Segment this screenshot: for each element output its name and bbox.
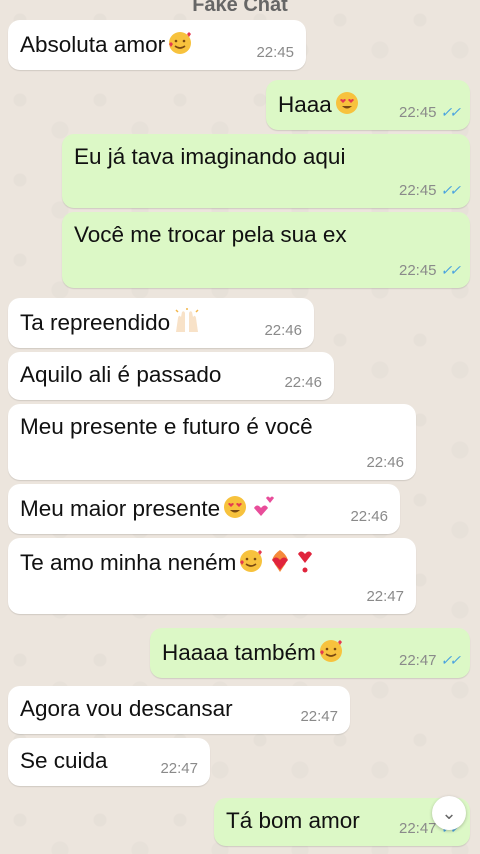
message-time: 22:46	[264, 322, 302, 339]
heart-on-fire-icon	[266, 548, 294, 580]
message-bubble-outgoing[interactable]: Eu já tava imaginando aqui 22:45 ✓✓	[62, 134, 470, 208]
message-bubble-outgoing[interactable]: Você me trocar pela sua ex 22:45 ✓✓	[62, 212, 470, 288]
message-bubble-incoming[interactable]: Aquilo ali é passado 22:46	[8, 352, 334, 400]
message-bubble-incoming[interactable]: Meu maior presente 22:46	[8, 484, 400, 534]
message-text: Ta repreendido	[20, 309, 171, 335]
message-text: Haaaa também	[162, 639, 316, 665]
message-bubble-outgoing[interactable]: Haaaa também 22:47 ✓✓	[150, 628, 470, 678]
message-time: 22:47	[366, 588, 404, 605]
message-bubble-incoming[interactable]: Ta repreendido 22:46	[8, 298, 314, 348]
message-time: 22:45	[256, 44, 294, 61]
message-text: Meu maior presente	[20, 495, 221, 521]
message-text: Aquilo ali é passado	[20, 362, 222, 387]
chevron-double-down-icon: ⌄	[441, 803, 457, 823]
message-time: 22:46	[350, 508, 388, 525]
message-bubble-incoming[interactable]: Absoluta amor 22:45	[8, 20, 306, 70]
message-text: Se cuida	[20, 748, 108, 773]
message-text: Eu já tava imaginando aqui	[74, 144, 346, 169]
message-text: Haaa	[278, 91, 332, 117]
message-time: 22:45	[398, 262, 437, 279]
message-time: 22:47	[398, 652, 437, 669]
message-time: 22:47	[160, 760, 198, 777]
scroll-to-bottom-button[interactable]: ⌄	[432, 796, 466, 830]
chat-title: Fake Chat	[192, 0, 288, 16]
read-receipt-icon: ✓✓	[440, 104, 462, 120]
message-time: 22:47	[300, 708, 338, 725]
message-text: Tá bom amor	[226, 808, 360, 833]
message-text: Absoluta amor	[20, 31, 166, 57]
message-bubble-outgoing[interactable]: Haaa 22:45 ✓✓	[266, 80, 470, 130]
message-time: 22:46	[284, 374, 322, 391]
message-text: Você me trocar pela sua ex	[74, 222, 347, 247]
message-time: 22:45	[398, 182, 437, 199]
smiling-face-with-hearts-icon	[238, 548, 264, 580]
message-time: 22:47	[398, 820, 437, 837]
heart-eyes-icon	[222, 494, 248, 526]
message-bubble-incoming[interactable]: Meu presente e futuro é você 22:46	[8, 404, 416, 480]
message-text: Agora vou descansar	[20, 696, 233, 721]
read-receipt-icon: ✓✓	[440, 652, 462, 668]
read-receipt-icon: ✓✓	[440, 182, 462, 198]
message-bubble-incoming[interactable]: Agora vou descansar 22:47	[8, 686, 350, 734]
heart-eyes-icon	[334, 90, 360, 122]
message-bubble-outgoing[interactable]: Tá bom amor 22:47✓✓	[214, 798, 470, 846]
message-bubble-incoming[interactable]: Se cuida 22:47	[8, 738, 210, 786]
raising-hands-icon	[172, 308, 202, 340]
smiling-face-with-hearts-icon	[318, 638, 344, 670]
message-text: Te amo minha neném	[20, 549, 237, 575]
two-hearts-icon	[250, 494, 278, 526]
read-receipt-icon: ✓✓	[440, 262, 462, 278]
smiling-face-with-hearts-icon	[167, 30, 193, 62]
message-time: 22:45	[398, 104, 437, 121]
message-text: Meu presente e futuro é você	[20, 414, 313, 439]
message-time: 22:46	[366, 454, 404, 471]
heart-exclamation-icon	[296, 548, 314, 580]
message-bubble-incoming[interactable]: Te amo minha neném 22:47	[8, 538, 416, 614]
